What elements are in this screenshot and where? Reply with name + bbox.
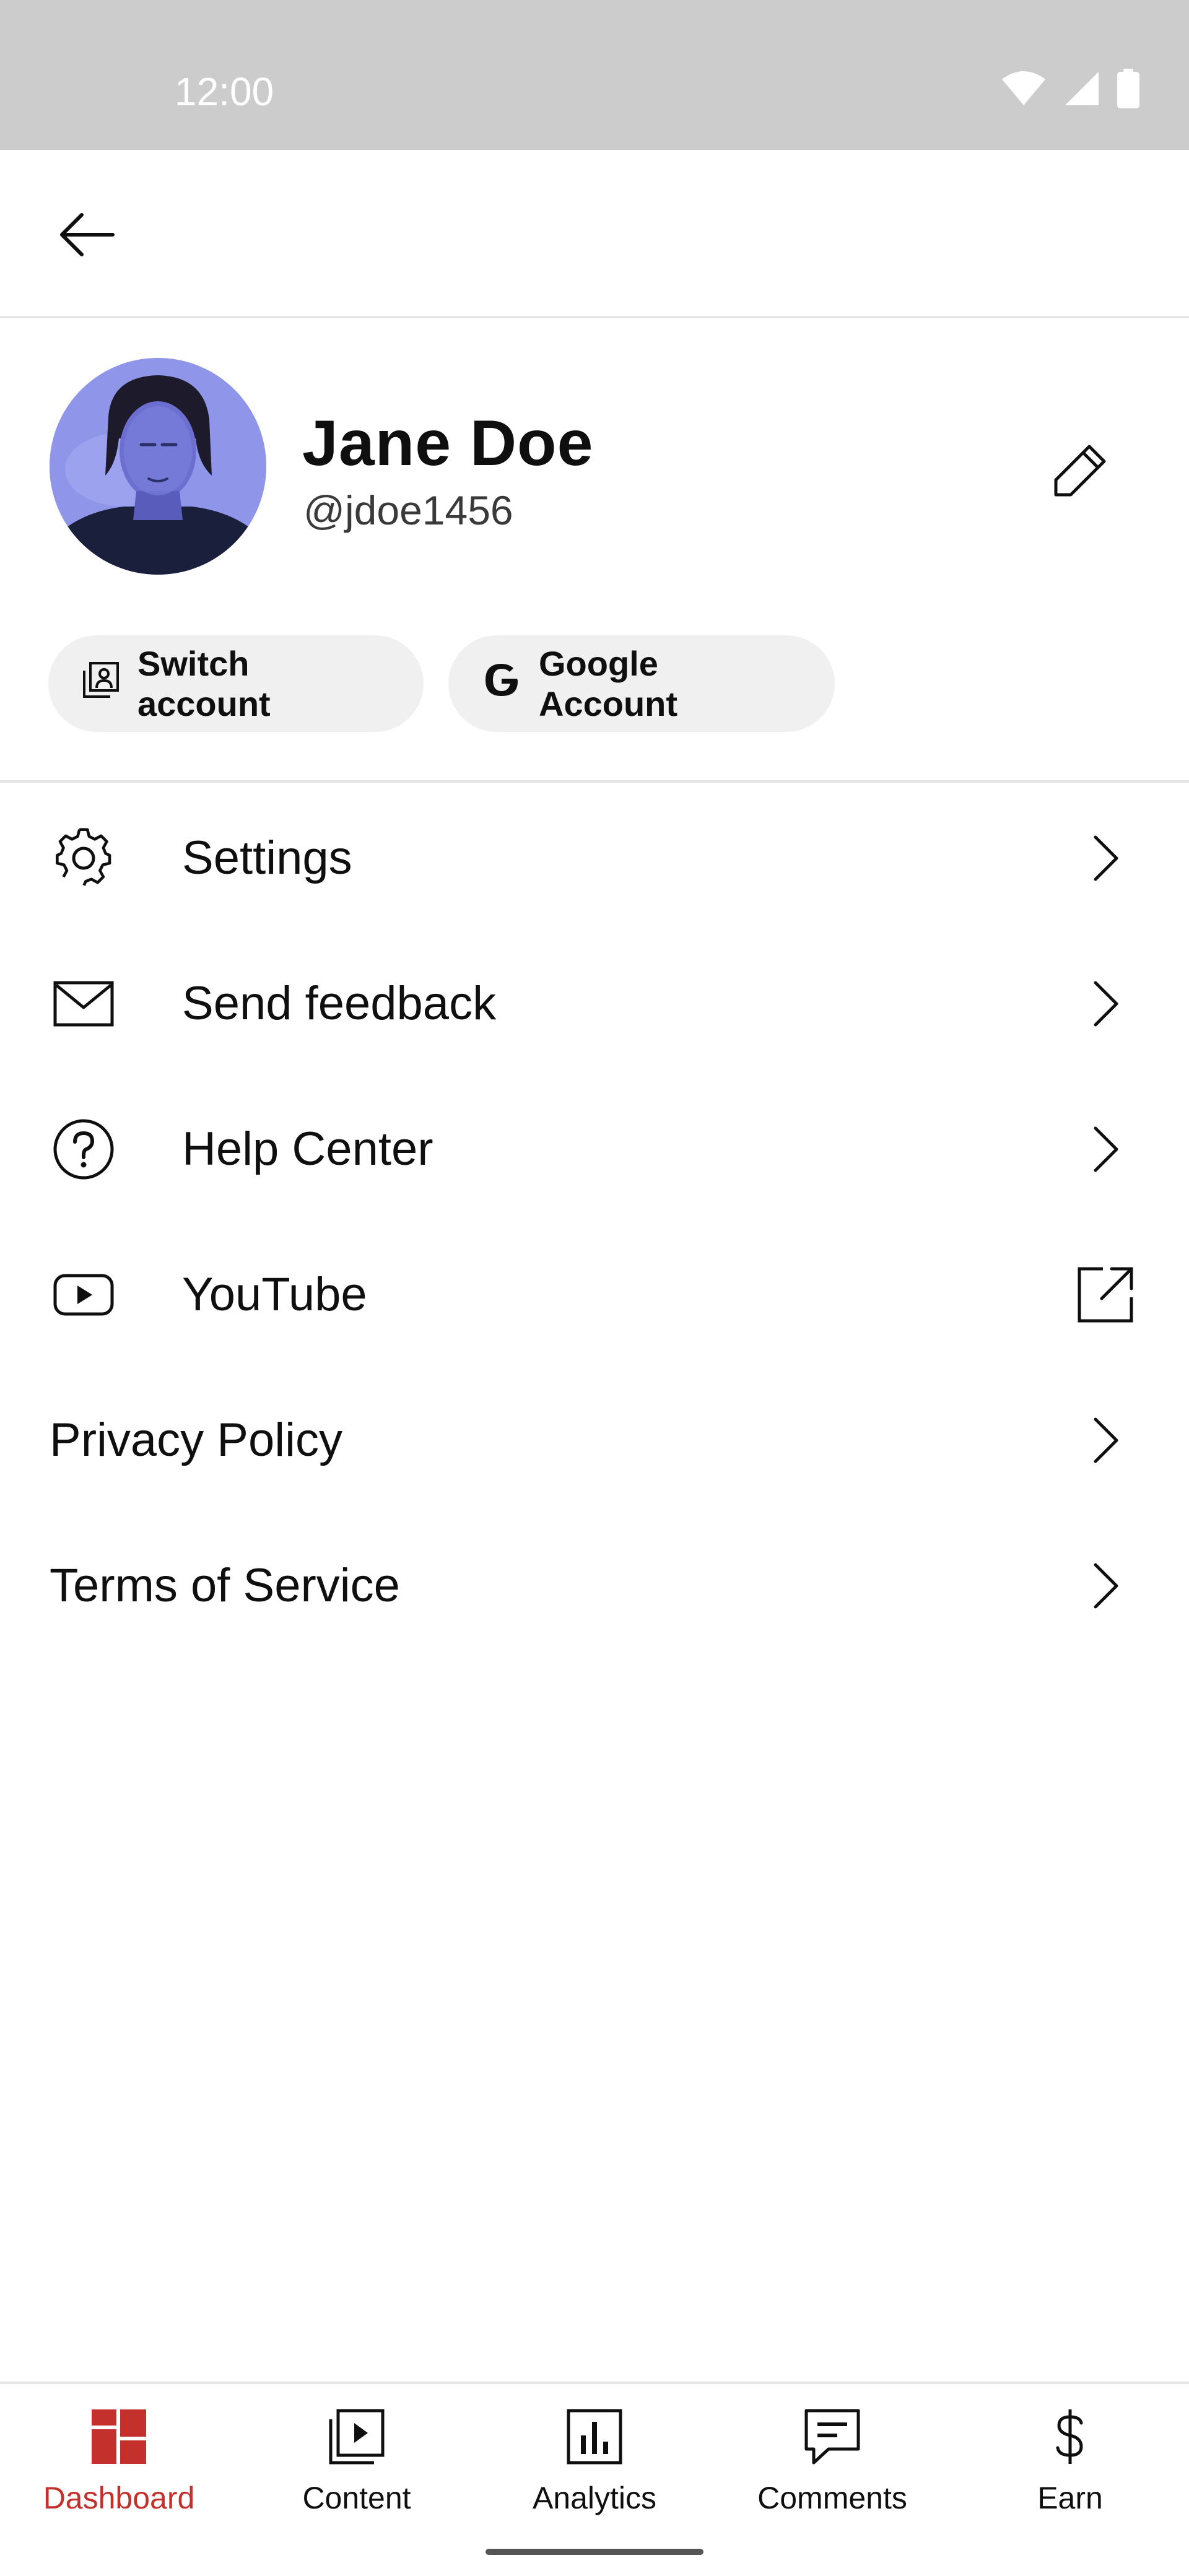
chevron-right-icon [1071, 1406, 1139, 1474]
menu-label-terms-of-service: Terms of Service [50, 1559, 400, 1612]
nav-earn[interactable]: Earn [951, 2384, 1189, 2530]
menu-item-help-center[interactable]: Help Center [0, 1076, 1189, 1222]
avatar[interactable] [50, 358, 266, 575]
dashboard-icon [85, 2403, 153, 2471]
menu-label-privacy-policy: Privacy Policy [50, 1413, 342, 1466]
top-app-bar [0, 150, 1189, 318]
switch-account-icon [82, 661, 120, 707]
settings-menu: Settings Send feedback Help Center YouTu… [0, 785, 1189, 1658]
status-bar: 12:00 [0, 0, 1189, 150]
nav-dashboard[interactable]: Dashboard [0, 2384, 238, 2530]
wifi-icon [1001, 71, 1047, 110]
back-button[interactable] [50, 202, 124, 270]
profile-name: Jane Doe [302, 407, 594, 479]
gear-icon [50, 824, 118, 892]
menu-item-settings[interactable]: Settings [0, 785, 1189, 931]
menu-label-help-center: Help Center [182, 1122, 433, 1175]
comments-icon [798, 2403, 866, 2471]
nav-label-dashboard: Dashboard [43, 2481, 195, 2515]
nav-label-earn: Earn [1037, 2481, 1103, 2515]
menu-item-youtube[interactable]: YouTube [0, 1222, 1189, 1367]
switch-account-button[interactable]: Switch account [48, 635, 424, 732]
chevron-right-icon [1071, 824, 1139, 892]
menu-label-youtube: YouTube [182, 1268, 367, 1321]
battery-icon [1117, 68, 1139, 111]
google-g-icon [482, 660, 521, 708]
status-time: 12:00 [175, 69, 274, 114]
switch-account-label: Switch account [137, 644, 271, 723]
mail-icon [50, 970, 118, 1038]
google-account-button[interactable]: Google Account [448, 635, 835, 732]
cell-signal-icon [1064, 71, 1100, 110]
status-icons [1001, 68, 1139, 111]
content-icon [323, 2403, 391, 2471]
chevron-right-icon [1071, 970, 1139, 1038]
menu-item-send-feedback[interactable]: Send feedback [0, 931, 1189, 1076]
nav-comments[interactable]: Comments [713, 2384, 951, 2530]
profile-handle: @jdoe1456 [303, 487, 513, 533]
edit-profile-button[interactable] [1040, 431, 1121, 511]
menu-item-privacy-policy[interactable]: Privacy Policy [0, 1367, 1189, 1513]
chevron-right-icon [1071, 1552, 1139, 1620]
google-account-label: Google Account [539, 644, 677, 723]
menu-item-terms-of-service[interactable]: Terms of Service [0, 1513, 1189, 1658]
bottom-navigation: Dashboard Content Analytics Comments Ear… [0, 2382, 1189, 2530]
chevron-right-icon [1071, 1115, 1139, 1183]
dollar-icon [1036, 2403, 1104, 2471]
nav-label-analytics: Analytics [532, 2481, 657, 2515]
menu-label-settings: Settings [182, 831, 352, 884]
youtube-icon [50, 1261, 118, 1329]
gesture-handle[interactable] [486, 2549, 703, 2555]
open-external-icon [1071, 1261, 1139, 1329]
nav-analytics[interactable]: Analytics [476, 2384, 713, 2530]
menu-label-send-feedback: Send feedback [182, 977, 497, 1030]
arrow-back-icon [57, 210, 116, 263]
nav-content[interactable]: Content [238, 2384, 476, 2530]
help-circle-icon [50, 1115, 118, 1183]
pencil-icon [1051, 440, 1110, 503]
profile-section: Jane Doe @jdoe1456 Switch account Google… [0, 320, 1189, 783]
nav-label-comments: Comments [757, 2481, 907, 2515]
nav-label-content: Content [302, 2481, 411, 2515]
analytics-icon [560, 2403, 629, 2471]
